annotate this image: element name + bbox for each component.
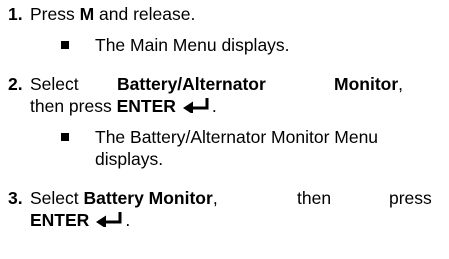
step-2-number: 2. [8,74,23,94]
step-2-line2-pre: then press [30,96,117,116]
step-2-comma: , [398,74,404,94]
step-3-comma: , [212,188,218,208]
step-1-post: and release. [94,4,196,24]
enter-key-icon [182,98,209,114]
step-3-line2: ENTER. [30,210,131,230]
step-1-pre: Press [30,4,80,24]
step-3-line1-pre: Select [30,188,84,208]
step-3-target: Battery Monitor [83,188,213,208]
step-3-key: ENTER [30,210,90,230]
step-3-number: 3. [8,188,23,208]
step-3-then: then [297,188,332,208]
step-2-target-b-wrap: Monitor, [334,73,403,95]
enter-key-icon [96,212,122,228]
step-2-key: ENTER [116,96,176,116]
bullet-icon [61,133,69,141]
step-2-result-line2: displays. [95,149,164,169]
step-1-result: The Main Menu displays. [95,35,290,55]
step-2-line2: then press ENTER. [30,96,217,116]
step-3-line1: Select Battery Monitor, [30,187,218,209]
step-2-target-b: Monitor [334,74,399,94]
bullet-icon [61,41,69,49]
step-3-press: press [389,188,432,208]
step-1-number: 1. [8,4,23,24]
step-2-select-word: Select [30,74,79,94]
step-1-text: Press M and release. [30,3,195,25]
step-1-key: M [79,4,95,24]
step-2-result-line1: The Battery/Alternator Monitor Menu [95,127,379,147]
step-2-target-a: Battery/Alternator [117,74,266,94]
